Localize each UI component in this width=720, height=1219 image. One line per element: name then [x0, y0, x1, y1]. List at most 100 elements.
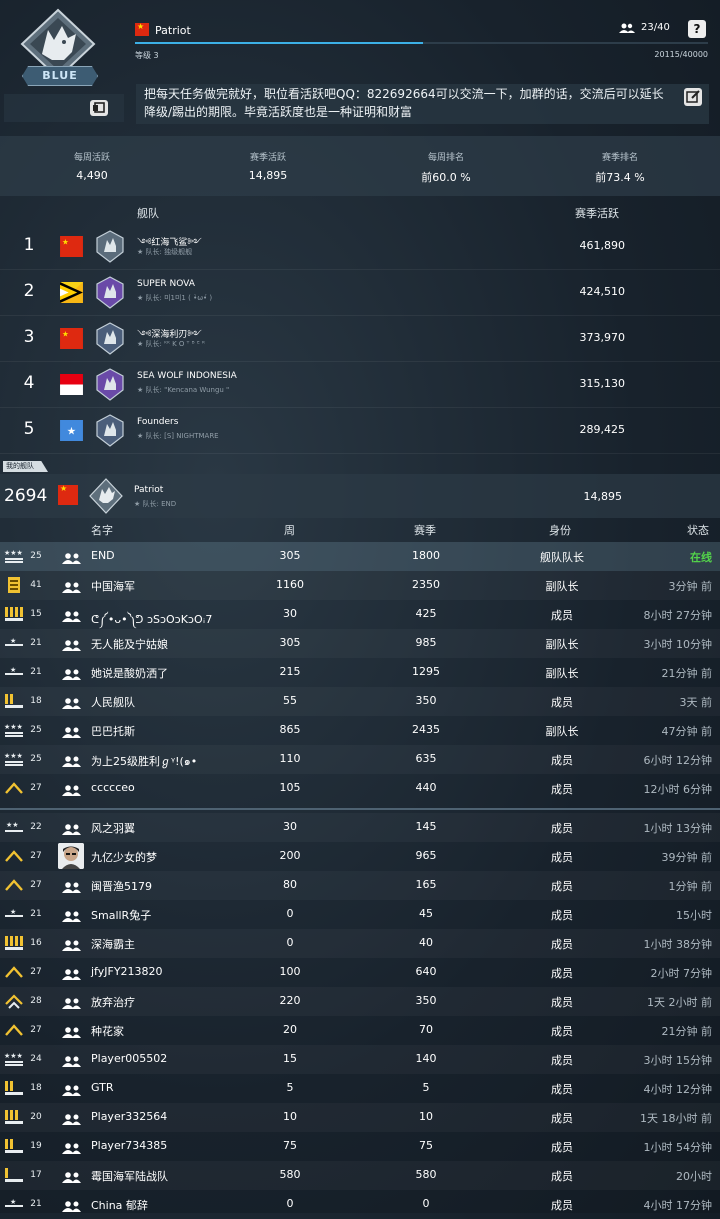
member-role: 副队长: [545, 580, 579, 593]
member-role: 成员: [551, 880, 573, 893]
member-season: 70: [419, 1023, 433, 1036]
member-row[interactable]: 18 GTR 5 5 成员 4小时 12分钟: [0, 1074, 720, 1103]
ranking-row[interactable]: 5 ★ Founders ★ 队长: [S] NIGHTMARE 289,425: [0, 408, 720, 454]
member-season: 635: [415, 752, 437, 765]
ranking-flag: ★: [60, 328, 83, 349]
member-row[interactable]: ★★★ 25 END 305 1800 舰队队长 在线: [0, 542, 720, 571]
ranking-header-score: 赛季活跃: [575, 207, 619, 220]
people-icon: [62, 669, 81, 680]
member-row[interactable]: 17 霉国海军陆战队 580 580 成员 20小时: [0, 1161, 720, 1190]
star1-rank-icon: ★: [5, 908, 23, 917]
member-rank-badge: [4, 963, 24, 981]
member-rank-badge: ★: [4, 905, 24, 923]
ranking-badge: [95, 230, 125, 263]
member-week: 220: [279, 994, 301, 1007]
member-row[interactable]: 20 Player332564 10 10 成员 1天 18小时 前: [0, 1103, 720, 1132]
member-rank-badge: [4, 992, 24, 1010]
fleet-notice: 把每天任务做完就好，职位看活跃吧QQ：822692664可以交流一下，加群的话，…: [144, 87, 664, 119]
fleet-badge-icon: [96, 368, 124, 401]
my-fleet-row[interactable]: 2694 Patriot ★ 队长: END 14,895: [0, 474, 720, 518]
member-rank-badge: ★: [4, 634, 24, 652]
ranking-badge: [95, 414, 125, 447]
svg-text:★: ★: [10, 666, 16, 674]
member-week: 305: [279, 549, 301, 562]
members-header-season: 赛季: [414, 524, 436, 537]
member-role: 成员: [551, 783, 573, 796]
member-rank-badge: [4, 692, 24, 710]
ranking-row[interactable]: 1 ★ ༺红海飞鲨༻ ★ 队长: 独级舰舰 461,890: [0, 224, 720, 270]
member-status: 1分钟 前: [668, 880, 713, 893]
people-icon: [62, 1056, 81, 1067]
member-role: 成员: [551, 609, 573, 622]
member-row[interactable]: 27 九亿少女的梦 200 965 成员 39分钟 前: [0, 842, 720, 871]
copy-button[interactable]: [90, 100, 108, 116]
member-season: 350: [415, 694, 437, 707]
member-role: 副队长: [545, 725, 579, 738]
edit-icon: [686, 90, 700, 103]
member-row[interactable]: 27 ccccceo 105 440 成员 12小时 6分钟: [0, 774, 720, 803]
member-season: 440: [415, 781, 437, 794]
member-row[interactable]: ★★★ 24 Player005502 15 140 成员 3小时 15分钟: [0, 1045, 720, 1074]
svg-text:★★★: ★★★: [4, 723, 23, 731]
member-season: 140: [415, 1052, 437, 1065]
member-role: 成员: [551, 1141, 573, 1154]
member-rank-badge: [4, 1108, 24, 1126]
member-status: 1小时 13分钟: [643, 822, 713, 835]
ranking-row[interactable]: 3 ★ ༺深海利刃༻ ★ 队长: ᴷᴷ K O ᵀ ᴮ ᴱ ᴿ 373,970: [0, 316, 720, 362]
member-status: 21分钟 前: [661, 667, 713, 680]
ranking-badge: [95, 368, 125, 401]
people-icon: [62, 824, 81, 835]
member-row[interactable]: ★ 21 她说是酸奶洒了 215 1295 副队长 21分钟 前: [0, 658, 720, 687]
member-week: 305: [279, 636, 301, 649]
member-row[interactable]: 15 ᕦ༼•ᴗ•༽ᕤ ɔSɔOɔKɔOꜟ7 30 425 成员 8小时 27分钟: [0, 600, 720, 629]
member-row[interactable]: 41 中国海军 1160 2350 副队长 3分钟 前: [0, 571, 720, 600]
avatar[interactable]: [58, 843, 84, 869]
people-icon: [62, 1201, 81, 1212]
edit-notice-button[interactable]: [684, 88, 702, 106]
copy-icon: [93, 102, 105, 113]
chev-rank-icon: [5, 966, 23, 978]
member-role: 成员: [551, 1170, 573, 1183]
bars2-rank-icon: [5, 694, 23, 708]
member-role: 副队长: [545, 667, 579, 680]
member-people-badge: [62, 637, 82, 651]
bars2-rank-icon: [5, 1139, 23, 1153]
member-row[interactable]: ★★★ 25 巴巴托斯 865 2435 副队长 47分钟 前: [0, 716, 720, 745]
member-people-badge: [62, 1111, 82, 1125]
member-status: 1小时 54分钟: [643, 1141, 713, 1154]
member-row[interactable]: ★ 21 无人能及宁姑娘 305 985 副队长 3小时 10分钟: [0, 629, 720, 658]
member-row[interactable]: ★ 21 China 郁辞 0 0 成员 4小时 17分钟: [0, 1190, 720, 1219]
member-role: 成员: [551, 1112, 573, 1125]
member-rank-badge: [4, 779, 24, 797]
member-row[interactable]: 27 jfyJFY213820 100 640 成员 2小时 7分钟: [0, 958, 720, 987]
member-row[interactable]: 27 种花家 20 70 成员 21分钟 前: [0, 1016, 720, 1045]
ranking-row[interactable]: 4 SEA WOLF INDONESIA ★ 队长: "Kencana Wung…: [0, 362, 720, 408]
member-season: 0: [422, 1197, 430, 1210]
member-row[interactable]: 16 深海霸主 0 40 成员 1小时 38分钟: [0, 929, 720, 958]
member-row[interactable]: 19 Player734385 75 75 成员 1小时 54分钟: [0, 1132, 720, 1161]
ranking-captain: ★ 队长: 独级舰舰: [137, 247, 192, 257]
activity-stats: 每周活跃 4,490 赛季活跃 14,895 每周排名 前60.0 % 赛季排名 前73…: [0, 136, 720, 196]
ranking-captain: ★ 队长: ᴷᴷ K O ᵀ ᴮ ᴱ ᴿ: [137, 339, 205, 349]
member-row[interactable]: ★ 21 SmallR兔子 0 45 成员 15小时: [0, 900, 720, 929]
member-people-badge: [62, 821, 82, 835]
member-rank-badge: ★★★: [4, 750, 24, 768]
member-row[interactable]: 18 人民舰队 55 350 成员 3天 前: [0, 687, 720, 716]
member-row[interactable]: 27 闽晋渔5179 80 165 成员 1分钟 前: [0, 871, 720, 900]
member-row[interactable]: ★★ 22 风之羽翼 30 145 成员 1小时 13分钟: [0, 813, 720, 842]
member-status: 21分钟 前: [661, 1025, 713, 1038]
member-name: ccccceo: [91, 781, 135, 794]
stars2-rank-icon: ★★: [5, 821, 23, 832]
help-button[interactable]: ?: [688, 20, 706, 38]
member-row[interactable]: 28 放弃治疗 220 350 成员 1天 2小时 前: [0, 987, 720, 1016]
chev-rank-icon: [5, 879, 23, 891]
member-level: 15: [30, 609, 42, 619]
fleet-flag: [135, 23, 149, 36]
member-row[interactable]: ★★★ 25 为上25级胜利ℊᵞ!(๑• 110 635 成员 6小时 12分钟: [0, 745, 720, 774]
member-rank-badge: ★: [4, 1195, 24, 1213]
ranking-captain-text: 队长: ᴷᴷ K O ᵀ ᴮ ᴱ ᴿ: [145, 340, 205, 348]
people-icon: [62, 911, 81, 922]
ranking-row[interactable]: 2 SUPER NOVA ★ 队长: 미1미1 ( •̀ω•́ ) 424,51…: [0, 270, 720, 316]
member-status: 1天 18小时 前: [640, 1112, 712, 1125]
member-status: 6小时 12分钟: [643, 754, 713, 767]
